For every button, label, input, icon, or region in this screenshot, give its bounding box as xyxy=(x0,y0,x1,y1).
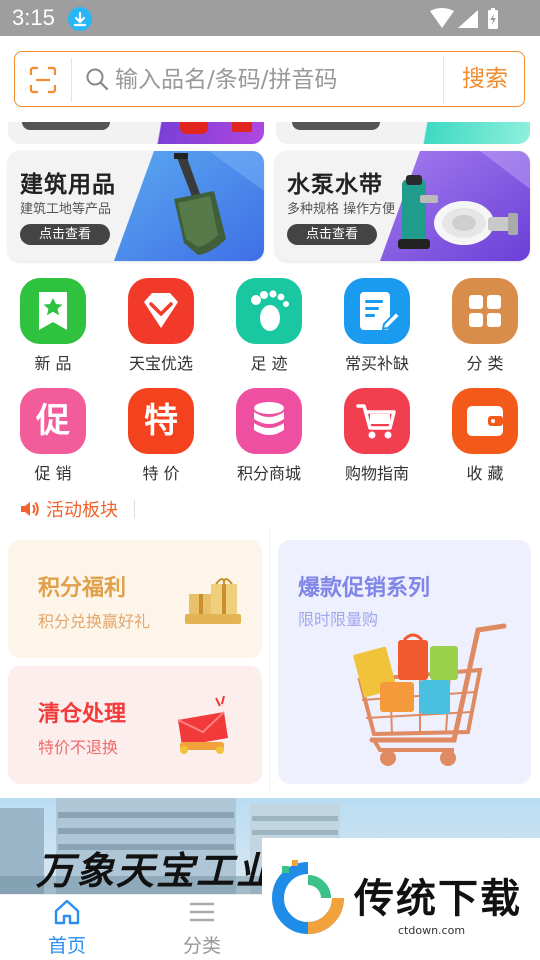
activity-card-subtitle: 积分兑换赢好礼 xyxy=(38,612,151,631)
category-subtitle: 多种规格 操作方便 xyxy=(287,202,396,217)
footprint-icon xyxy=(251,290,289,331)
grid-icon-tile xyxy=(452,278,518,344)
activity-card-subtitle: 特价不退换 xyxy=(38,738,119,757)
scan-icon[interactable] xyxy=(29,66,57,94)
diamond-icon xyxy=(144,293,178,328)
activity-card-title: 积分福利 xyxy=(38,576,127,601)
grid-icon-tile xyxy=(452,388,518,454)
category-title: 水泵水带 xyxy=(287,172,383,198)
watermark-title: 传统下载 xyxy=(354,876,522,922)
category-card-building[interactable]: 建筑用品 建筑工地等产品 点击查看 xyxy=(8,151,264,261)
grid-label: 促 销 xyxy=(34,464,72,483)
tab-label: 首页 xyxy=(47,935,86,957)
grid-label: 积分商城 xyxy=(236,464,301,483)
grid-icon-tile xyxy=(344,278,410,344)
activity-card-clearance[interactable]: 清仓处理 特价不退换 xyxy=(8,666,262,784)
grid-item-points-mall[interactable]: 积分商城 xyxy=(219,388,319,488)
category-title: 建筑用品 xyxy=(20,172,116,198)
speaker-icon xyxy=(21,501,39,517)
activity-card-points[interactable]: 积分福利 积分兑换赢好礼 xyxy=(8,540,262,658)
search-bar: 搜索 xyxy=(14,51,525,107)
grid-label: 特 价 xyxy=(142,464,180,483)
category-subtitle: 建筑工地等产品 xyxy=(20,202,112,217)
home-icon xyxy=(54,899,80,925)
red-envelope-icon xyxy=(177,695,228,754)
view-button[interactable]: 点击查看 xyxy=(287,224,377,245)
partial-button xyxy=(22,122,110,130)
grid-icon-tile: 促 xyxy=(20,388,86,454)
grid-item-restock[interactable]: 常买补缺 xyxy=(327,278,427,378)
activity-card-hot-promo[interactable]: 爆款促销系列 限时限量购 xyxy=(278,540,531,784)
shovel-image xyxy=(114,151,264,261)
grid-label: 新 品 xyxy=(34,354,72,373)
partial-art-red xyxy=(180,122,208,134)
watermark: 传统下载 ctdown.com xyxy=(262,838,540,960)
grid-item-select[interactable]: 天宝优选 xyxy=(111,278,211,378)
grid-icon-tile xyxy=(236,278,302,344)
shopping-cart-image xyxy=(353,623,507,766)
banner-text: 万象天宝工业 xyxy=(36,849,277,893)
grid-label: 购物指南 xyxy=(344,464,409,483)
watermark-url: ctdown.com xyxy=(398,924,466,937)
grid-icon-tile xyxy=(20,278,86,344)
download-icon xyxy=(68,7,92,31)
watermark-logo-icon xyxy=(272,860,344,934)
gift-icon xyxy=(185,578,241,624)
partial-button xyxy=(292,122,380,130)
view-button[interactable]: 点击查看 xyxy=(20,224,110,245)
partial-art-red2 xyxy=(232,122,252,132)
partial-art xyxy=(400,122,530,144)
search-divider-2 xyxy=(443,56,444,104)
cart-icon xyxy=(356,404,396,439)
grid-label: 足 迹 xyxy=(250,354,288,373)
status-bar: 3:15 xyxy=(0,0,540,36)
search-divider xyxy=(71,58,72,102)
database-icon xyxy=(254,402,284,435)
star-bookmark-icon xyxy=(39,292,67,330)
search-button[interactable]: 搜索 xyxy=(445,52,525,106)
note-edit-icon xyxy=(360,292,402,331)
grid-icon-tile xyxy=(344,388,410,454)
grid-label: 分 类 xyxy=(466,354,504,373)
tab-home[interactable]: 首页 xyxy=(12,895,122,960)
list-icon xyxy=(189,902,215,922)
category-card-pump[interactable]: 水泵水带 多种规格 操作方便 点击查看 xyxy=(275,151,530,261)
activity-title: 活动板块 xyxy=(46,500,118,521)
activity-card-title: 清仓处理 xyxy=(38,702,127,727)
grid-label: 天宝优选 xyxy=(128,354,193,373)
grid-icon xyxy=(469,295,501,327)
grid-item-guide[interactable]: 购物指南 xyxy=(327,388,427,488)
grid-item-category[interactable]: 分 类 xyxy=(435,278,535,378)
grid-label: 常买补缺 xyxy=(344,354,409,373)
activity-divider xyxy=(269,530,270,792)
grid-item-special[interactable]: 特 特 价 xyxy=(111,388,211,488)
search-input[interactable] xyxy=(115,60,435,100)
activity-card-title: 爆款促销系列 xyxy=(298,576,431,601)
grid-item-favorites[interactable]: 收 藏 xyxy=(435,388,535,488)
grid-icon-tile: 特 xyxy=(128,388,194,454)
grid-icon-tile xyxy=(128,278,194,344)
banner-partial-right[interactable] xyxy=(276,122,530,144)
banner-partial-left[interactable] xyxy=(8,122,264,144)
special-char-icon: 特 xyxy=(144,401,178,441)
grid-item-promo[interactable]: 促 促 销 xyxy=(3,388,103,488)
search-icon xyxy=(86,68,109,91)
status-icons xyxy=(430,8,498,29)
wallet-icon xyxy=(467,406,503,436)
tab-category[interactable]: 分类 xyxy=(147,895,257,960)
promo-char-icon: 促 xyxy=(36,401,70,441)
pump-image xyxy=(380,151,530,261)
status-time: 3:15 xyxy=(12,5,55,30)
activity-header-divider xyxy=(134,500,135,518)
tab-label: 分类 xyxy=(182,935,221,957)
grid-item-new[interactable]: 新 品 xyxy=(3,278,103,378)
grid-label: 收 藏 xyxy=(466,464,504,483)
grid-icon-tile xyxy=(236,388,302,454)
grid-item-footprint[interactable]: 足 迹 xyxy=(219,278,319,378)
